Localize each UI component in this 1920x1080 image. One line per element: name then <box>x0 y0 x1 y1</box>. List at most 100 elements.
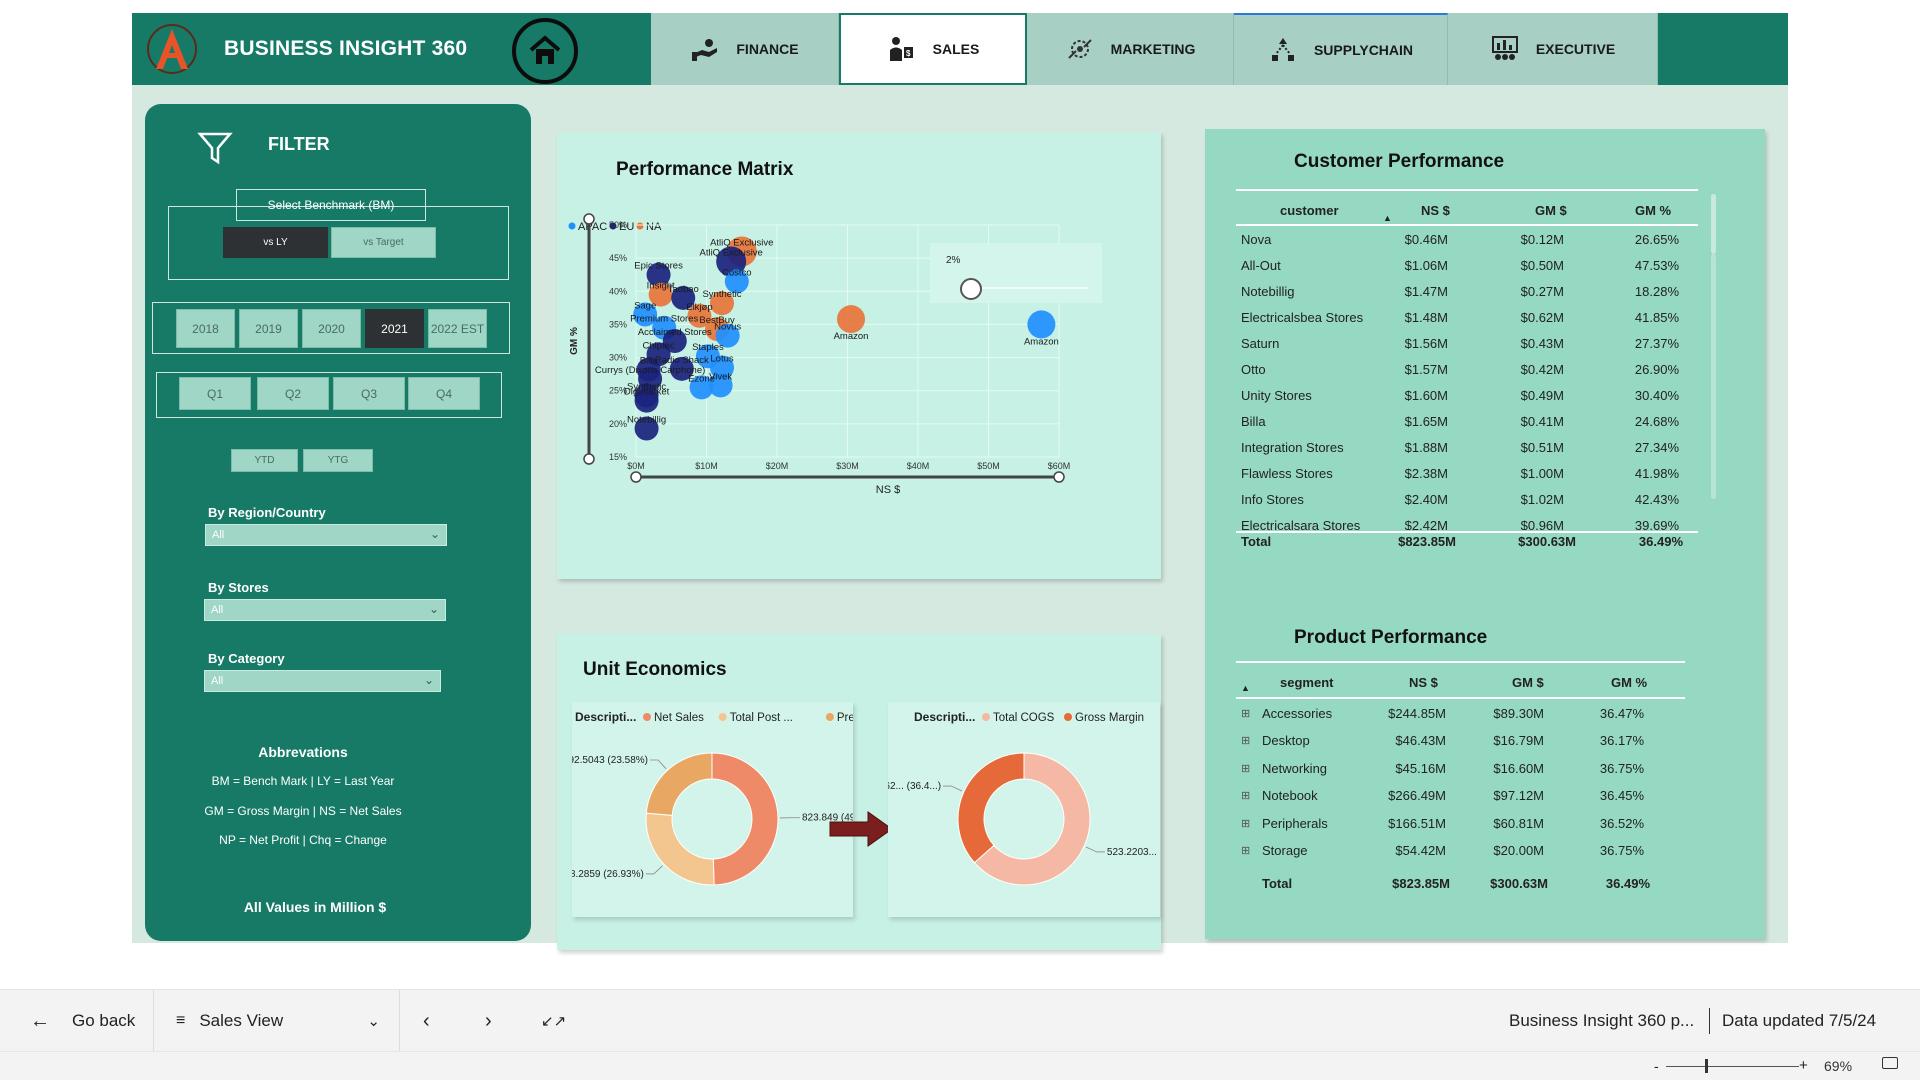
quarter-q3-button[interactable]: Q3 <box>333 377 405 410</box>
point-label: Epic Stores <box>634 261 683 272</box>
ns-value: $1.56M <box>1404 335 1448 351</box>
abbreviations-title: Abbrevations <box>258 744 348 760</box>
expand-icon[interactable]: ⊞ <box>1241 817 1250 830</box>
segment-name: Networking <box>1262 760 1328 776</box>
gm-threshold-handle[interactable] <box>960 278 982 300</box>
table-row[interactable]: ⊞ Desktop $46.43M $16.79M 36.17% <box>1236 731 1686 751</box>
table-row[interactable]: All-Out $1.06M $0.50M 47.53% <box>1236 255 1696 275</box>
table-row[interactable]: Flawless Stores $2.38M $1.00M 41.98% <box>1236 463 1696 483</box>
tab-supplychain[interactable]: SUPPLYCHAIN <box>1234 13 1448 85</box>
go-back-button[interactable]: ← Go back <box>30 990 135 1052</box>
total-ns: $823.85M <box>1392 876 1450 891</box>
slice-data-label: 300.62... (36.4...) <box>888 781 941 792</box>
col-header-ns[interactable]: NS $ <box>1421 203 1450 218</box>
fit-to-page-icon[interactable] <box>1882 1057 1898 1069</box>
customer-name: Saturn <box>1241 335 1280 351</box>
ytg-button[interactable]: YTG <box>303 449 373 472</box>
slice-data-label: 523.2203... (63.51%) <box>1107 847 1160 858</box>
cost-breakdown-donut[interactable]: Descripti... Net Sales Total Post ... Pre I… <box>559 702 892 917</box>
zoom-out-button[interactable]: - <box>1654 1058 1659 1074</box>
quarter-q4-button[interactable]: Q4 <box>408 377 480 410</box>
table-row[interactable]: Nova $0.46M $0.12M 26.65% <box>1236 229 1696 249</box>
scrollbar-thumb[interactable] <box>1711 194 1716 254</box>
margin-breakdown-donut[interactable]: Descripti... Total COGS Gross Margin 523.22… <box>865 702 1200 917</box>
stores-dropdown[interactable]: All ⌄ <box>204 599 446 621</box>
col-header-gm-pct[interactable]: GM % <box>1611 675 1647 690</box>
zoom-slider-track[interactable] <box>1666 1066 1799 1067</box>
col-header-segment[interactable]: segment <box>1280 675 1333 690</box>
table-row[interactable]: Notebillig $1.47M $0.27M 18.28% <box>1236 281 1696 301</box>
col-header-ns[interactable]: NS $ <box>1409 675 1438 690</box>
zoom-slider-handle[interactable] <box>1705 1059 1708 1073</box>
table-row[interactable]: ⊞ Notebook $266.49M $97.12M 36.45% <box>1236 786 1686 806</box>
vs-target-button[interactable]: vs Target <box>331 227 436 258</box>
table-row[interactable]: ⊞ Peripherals $166.51M $60.81M 36.52% <box>1236 813 1686 833</box>
zoom-in-button[interactable]: + <box>1799 1057 1808 1074</box>
table-row[interactable]: ⊞ Accessories $244.85M $89.30M 36.47% <box>1236 703 1686 723</box>
table-row[interactable]: Integration Stores $1.88M $0.51M 27.34% <box>1236 437 1696 457</box>
table-row[interactable]: Otto $1.57M $0.42M 26.90% <box>1236 359 1696 379</box>
category-dropdown[interactable]: All ⌄ <box>204 670 441 692</box>
tab-marketing[interactable]: MARKETING <box>1027 13 1234 85</box>
expand-icon[interactable]: ⊞ <box>1241 734 1250 747</box>
svg-text:$: $ <box>906 49 911 58</box>
quarter-q2-button[interactable]: Q2 <box>257 377 329 410</box>
tab-finance[interactable]: FINANCE <box>651 13 839 85</box>
total-label: Total <box>1241 534 1272 549</box>
year-2020-button[interactable]: 2020 <box>302 309 361 348</box>
legend-label: Gross Margin <box>1075 712 1144 724</box>
performance-matrix-chart[interactable]: APAC EU NA15%20%25%30%35%40%45%50%$0M $10M $… <box>557 132 1161 579</box>
year-2019-button[interactable]: 2019 <box>239 309 298 348</box>
point-label: Digimarket <box>624 387 670 398</box>
exit-fullscreen-button[interactable]: ↙↗ <box>541 990 566 1052</box>
table-row[interactable]: Billa $1.65M $0.41M 24.68% <box>1236 411 1696 431</box>
table-row[interactable]: Saturn $1.56M $0.43M 27.37% <box>1236 333 1696 353</box>
expand-icon[interactable]: ⊞ <box>1241 762 1250 775</box>
ns-value: $244.85M <box>1388 705 1446 721</box>
ytd-button[interactable]: YTD <box>231 449 298 472</box>
page-selector[interactable]: ≡ Sales View ⌄ <box>176 990 380 1052</box>
table-row[interactable]: ⊞ Networking $45.16M $16.60M 36.75% <box>1236 758 1686 778</box>
vs-ly-button[interactable]: vs LY <box>223 227 328 258</box>
tab-executive[interactable]: EXECUTIVE <box>1448 13 1658 85</box>
ns-value: $1.60M <box>1404 387 1448 403</box>
y-range-handle-top <box>583 213 595 225</box>
table-row[interactable]: Unity Stores $1.60M $0.49M 30.40% <box>1236 385 1696 405</box>
gm-threshold-slider[interactable]: 2% <box>930 243 1102 303</box>
quarter-q1-button[interactable]: Q1 <box>179 377 251 410</box>
region-dropdown[interactable]: All ⌄ <box>205 524 447 546</box>
home-icon <box>529 35 561 64</box>
customer-rows[interactable]: Nova $0.46M $0.12M 26.65% All-Out $1.06M $0.50… <box>1236 229 1696 531</box>
col-header-gm[interactable]: GM $ <box>1535 203 1567 218</box>
benchmark-label: Select Benchmark (BM) <box>236 189 426 221</box>
x-tick-label: $60M <box>1048 461 1071 471</box>
table-row[interactable]: Electricalsbea Stores $1.48M $0.62M 41.85% <box>1236 307 1696 327</box>
col-header-gm[interactable]: GM $ <box>1512 675 1544 690</box>
expand-icon[interactable]: ⊞ <box>1241 789 1250 802</box>
y-tick-label: 50% <box>609 220 627 230</box>
col-header-gm-pct[interactable]: GM % <box>1635 203 1671 218</box>
expand-icon[interactable]: ⊞ <box>1241 844 1250 857</box>
next-page-button[interactable]: › <box>485 990 492 1052</box>
atliq-logo-icon <box>147 24 197 74</box>
chevron-down-icon: ⌄ <box>423 673 434 687</box>
tab-sales[interactable]: $ SALES <box>839 13 1027 85</box>
gm-pct-value: 26.65% <box>1634 231 1679 247</box>
gm-pct-value: 24.68% <box>1634 413 1679 429</box>
customer-name: Otto <box>1241 361 1266 377</box>
product-performance-table: ▲ segment NS $ GM $ GM % ⊞ Accessories $24… <box>1236 661 1686 903</box>
previous-page-button[interactable]: ‹ <box>423 990 430 1052</box>
col-header-customer[interactable]: customer <box>1280 203 1339 218</box>
year-2021-button[interactable]: 2021 <box>365 309 424 348</box>
expand-icon[interactable]: ⊞ <box>1241 707 1250 720</box>
table-row[interactable]: Info Stores $2.40M $1.02M 42.43% <box>1236 489 1696 509</box>
region-dropdown-value: All <box>212 529 225 541</box>
table-row[interactable]: Electricalsara Stores $2.42M $0.96M 39.69% <box>1236 515 1696 531</box>
table-row[interactable]: ⊞ Storage $54.42M $20.00M 36.75% <box>1236 841 1686 861</box>
gm-pct-value: 47.53% <box>1634 257 1679 273</box>
year-2018-button[interactable]: 2018 <box>176 309 235 348</box>
legend-marker <box>643 713 651 721</box>
year-2022-est-button[interactable]: 2022 EST <box>428 309 487 348</box>
home-button[interactable] <box>512 18 578 84</box>
product-rows[interactable]: ⊞ Accessories $244.85M $89.30M 36.47% ⊞ Deskto… <box>1236 703 1686 873</box>
